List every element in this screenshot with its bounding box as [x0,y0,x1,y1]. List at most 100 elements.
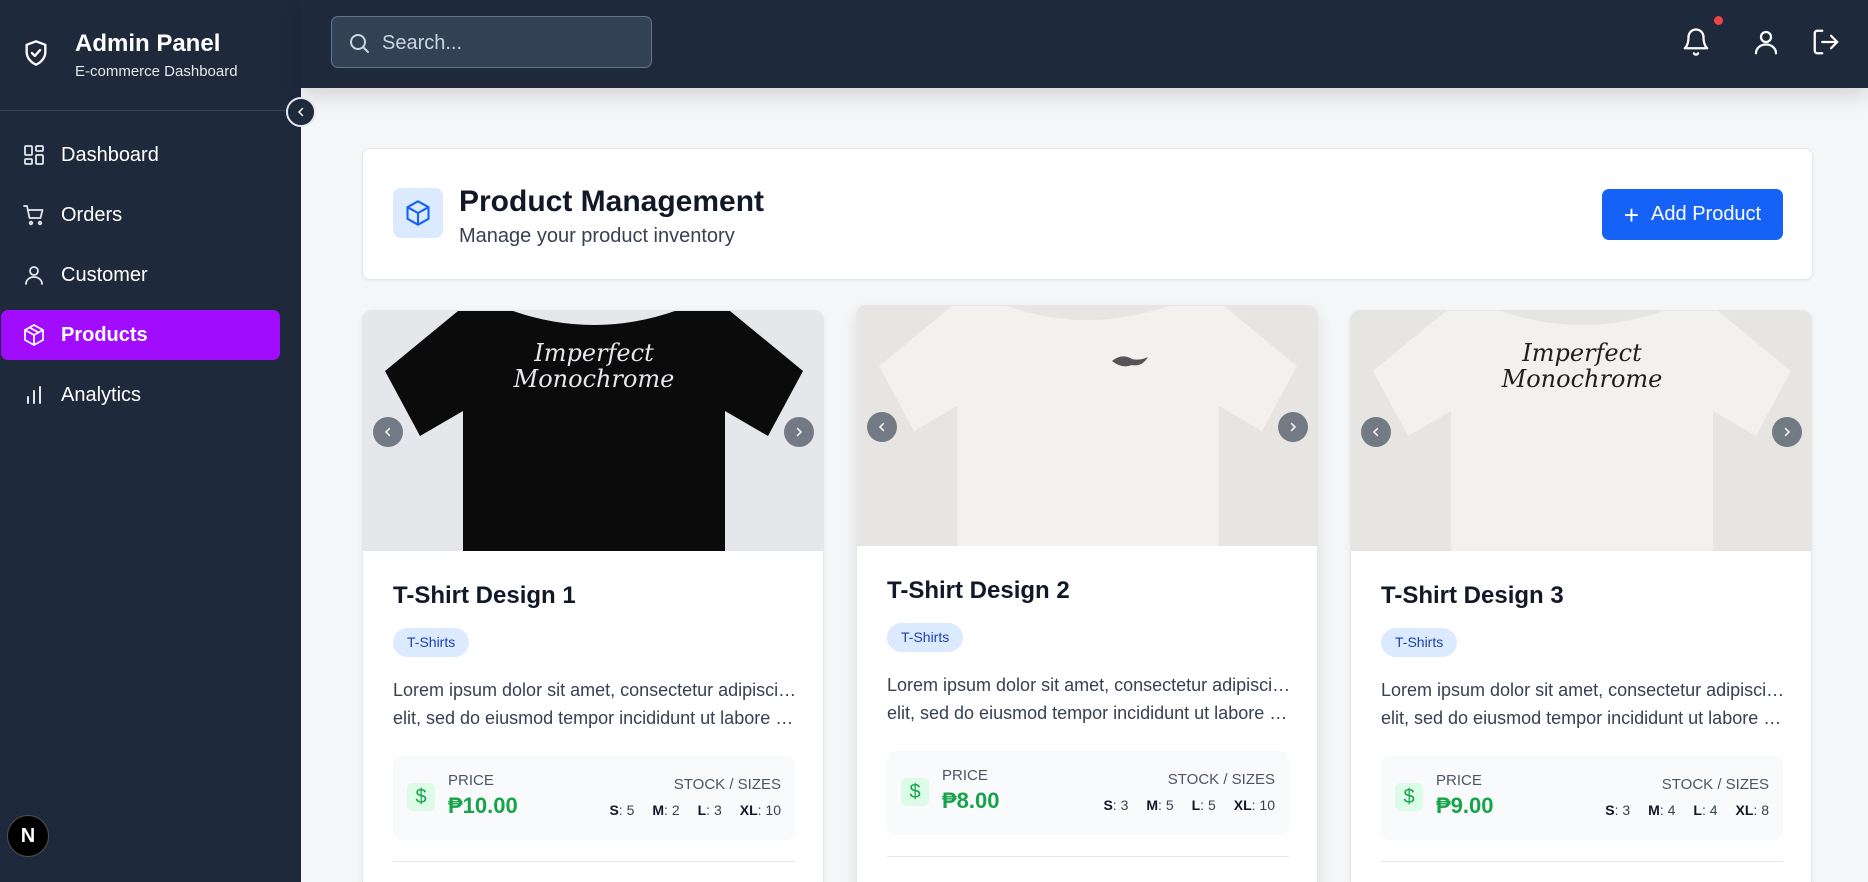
search-input[interactable] [382,28,642,58]
carousel-next-button[interactable] [784,417,814,447]
product-description: Lorem ipsum dolor sit amet, consectetur … [393,676,798,732]
price-label: PRICE [1436,772,1482,789]
price-value: ₱9.00 [1436,793,1494,818]
chevron-right-icon [796,427,803,437]
sidebar-item-label: Customer [61,264,148,286]
grid-icon [24,145,44,165]
sidebar: Admin Panel E-commerce Dashboard Dashboa… [0,0,301,882]
brand-subtitle: E-commerce Dashboard [75,63,238,80]
sidebar-item-label: Dashboard [61,144,159,166]
search-box[interactable] [331,16,652,68]
size-stock-list: S: 5 M: 2 L: 3 XL: 10 [609,802,781,818]
carousel-prev-button[interactable] [867,412,897,442]
chevron-right-icon [1784,427,1791,437]
description-line: Lorem ipsum dolor sit amet, consectetur … [393,680,798,700]
search-icon [350,34,369,53]
add-product-button[interactable]: + Add Product [1602,189,1783,240]
page-subtitle: Manage your product inventory [459,225,735,247]
size-s: S: 3 [1605,802,1631,818]
carousel-prev-button[interactable] [373,417,403,447]
bar-chart-icon [27,386,41,404]
stock-label: STOCK / SIZES [1661,776,1769,793]
product-title: T-Shirt Design 2 [887,577,1070,604]
size-xl: XL: 10 [1233,797,1275,813]
card-divider [887,856,1289,857]
product-title: T-Shirt Design 3 [1381,582,1564,609]
dollar-icon: $ [901,778,929,806]
price-stock-box: $ PRICE ₱8.00 STOCK / SIZES S: 3 M: 5 L:… [887,751,1289,835]
sidebar-item-products[interactable]: Products [1,310,280,360]
sidebar-item-label: Analytics [61,384,142,406]
sidebar-item-orders[interactable]: Orders [1,190,280,240]
sidebar-item-dashboard[interactable]: Dashboard [1,130,280,180]
size-xl: XL: 10 [739,802,781,818]
print-line-2: Monochrome [1501,365,1663,393]
product-description: Lorem ipsum dolor sit amet, consectetur … [1381,676,1786,732]
dollar-icon: $ [407,783,435,811]
product-title: T-Shirt Design 1 [393,582,576,609]
size-m: M: 2 [652,802,680,818]
category-tag: T-Shirts [887,623,964,652]
box-icon [393,188,443,238]
sidebar-item-label: Products [61,324,148,346]
card-divider [393,861,795,862]
description-line: Lorem ipsum dolor sit amet, consectetur … [1381,680,1786,700]
brand-title: Admin Panel [75,30,221,57]
print-line-2: Monochrome [513,365,675,393]
cart-icon [23,205,44,226]
chevron-left-icon [298,107,304,117]
tshirt-image: Imperfect Monochrome [363,311,823,551]
tshirt-image: Imperfect Monochrome [1351,311,1811,551]
size-m: M: 5 [1146,797,1174,813]
price-label: PRICE [942,767,988,784]
sidebar-item-analytics[interactable]: Analytics [1,370,280,420]
sidebar-item-customer[interactable]: Customer [1,250,280,300]
size-stock-list: S: 3 M: 4 L: 4 XL: 8 [1605,802,1769,818]
product-image: Imperfect Monochrome [1351,311,1811,551]
framework-badge[interactable]: N [7,815,49,857]
logout-icon[interactable] [1811,27,1841,57]
brand: Admin Panel E-commerce Dashboard [0,0,301,111]
price-value: ₱8.00 [942,788,1000,813]
size-l: L: 3 [697,802,722,818]
carousel-prev-button[interactable] [1361,417,1391,447]
stock-label: STOCK / SIZES [673,776,781,793]
chevron-left-icon [878,422,885,432]
size-m: M: 4 [1648,802,1676,818]
size-stock-list: S: 3 M: 5 L: 5 XL: 10 [1103,797,1275,813]
size-l: L: 5 [1191,797,1216,813]
chevron-left-icon [384,427,391,437]
description-line: Lorem ipsum dolor sit amet, consectetur … [887,675,1292,695]
price-value: ₱10.00 [448,793,518,818]
product-image: Imperfect Monochrome [363,311,823,551]
user-icon [25,266,43,285]
topbar [301,0,1868,88]
carousel-next-button[interactable] [1278,412,1308,442]
main-content: Product Management Manage your product i… [301,88,1868,882]
size-l: L: 4 [1693,802,1718,818]
user-icon[interactable] [1751,27,1781,57]
print-line-1: Imperfect [533,339,654,367]
bell-icon[interactable] [1681,27,1711,57]
size-xl: XL: 8 [1735,802,1769,818]
print-line-1: Imperfect [1521,339,1642,367]
page-header: Product Management Manage your product i… [362,148,1813,280]
chevron-left-icon [1372,427,1379,437]
carousel-next-button[interactable] [1772,417,1802,447]
price-stock-box: $ PRICE ₱9.00 STOCK / SIZES S: 3 M: 4 L:… [1381,756,1783,840]
tshirt-image [857,306,1317,546]
dollar-icon: $ [1395,783,1423,811]
add-product-label: Add Product [1651,203,1762,225]
stock-label: STOCK / SIZES [1167,771,1275,788]
description-line: elit, sed do eiusmod tempor incididunt u… [393,708,798,728]
category-tag: T-Shirts [393,628,470,657]
size-s: S: 3 [1103,797,1129,813]
shield-check-icon [25,40,47,66]
product-card: T-Shirt Design 2 T-Shirts Lorem ipsum do… [856,305,1318,882]
page-title: Product Management [459,185,765,218]
price-stock-box: $ PRICE ₱10.00 STOCK / SIZES S: 5 M: 2 L… [393,756,795,840]
sidebar-collapse-button[interactable] [286,97,316,127]
chevron-right-icon [1290,422,1297,432]
product-image [857,306,1317,546]
size-s: S: 5 [609,802,635,818]
